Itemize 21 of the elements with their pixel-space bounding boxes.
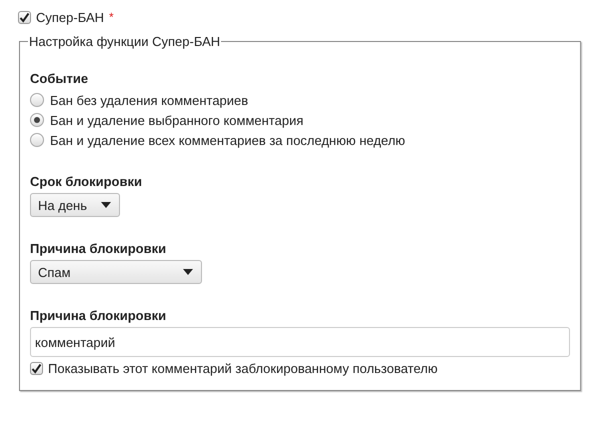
radio-label: Бан без удаления комментариев: [50, 92, 248, 108]
radio-button[interactable]: [30, 113, 44, 127]
field-label: Причина блокировки: [30, 308, 168, 323]
dropdown[interactable]: Спам: [30, 260, 202, 284]
radio-button[interactable]: [30, 93, 44, 107]
input-field[interactable]: комментарий: [30, 327, 570, 357]
field-label: Причина блокировки: [30, 241, 168, 256]
field-label: Событие: [30, 71, 90, 86]
caret-icon: [101, 202, 111, 208]
checkbox-label: Супер-БАН: [36, 10, 104, 24]
checkbox[interactable]: [18, 10, 31, 24]
field-label: Срок блокировки: [30, 174, 143, 189]
radio-button[interactable]: [30, 133, 44, 147]
panel-title: Настройка функции Супер-БАН: [28, 34, 222, 49]
radio-label: Бан и удаление всех комментариев за последнюю неделю: [50, 132, 406, 148]
radio-label: Бан и удаление выбранного комментария: [50, 112, 304, 128]
checkbox[interactable]: [30, 362, 43, 375]
required-mark: *: [109, 10, 114, 24]
dropdown[interactable]: На день: [30, 193, 120, 217]
checkbox-label: Показывать этот комментарий заблокированному пользователю: [48, 361, 438, 376]
caret-icon: [183, 269, 193, 275]
